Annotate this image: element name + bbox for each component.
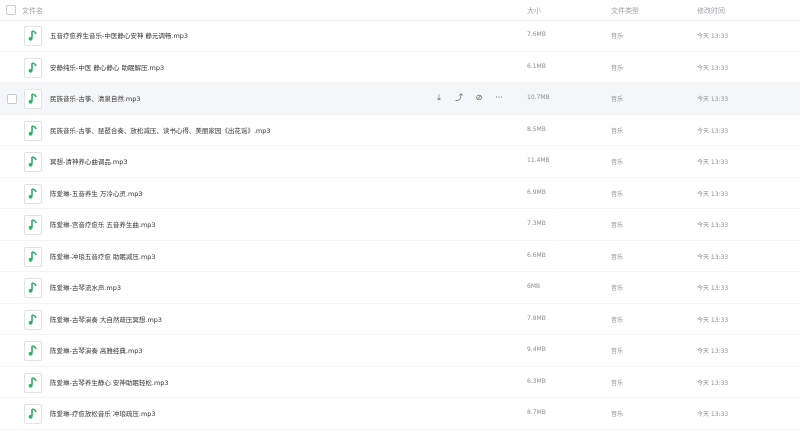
- file-row[interactable]: 陈爱琳-古琴养生静心 安神助眠轻松.mp3 6.3MB 音乐 今天 13:33: [0, 367, 800, 398]
- file-name[interactable]: 陈爱琳-五音养生 万冷心灵.mp3: [50, 188, 143, 198]
- name-column-header[interactable]: 文件名: [22, 6, 43, 16]
- file-size: 6.6MB: [527, 251, 546, 259]
- file-list: 文件名 大小 文件类型 修改时间 五音疗愈养生音乐-中医静心安神 静元调畅.mp…: [0, 0, 800, 430]
- file-type: 音乐: [611, 253, 624, 261]
- file-type: 音乐: [611, 127, 624, 135]
- file-modified-time: 今天 13:33: [697, 316, 729, 324]
- file-size: 7.8MB: [527, 314, 546, 322]
- file-modified-time: 今天 13:33: [697, 159, 729, 166]
- file-name[interactable]: 五音疗愈养生音乐-中医静心安神 静元调畅.mp3: [50, 30, 188, 40]
- file-row[interactable]: 五音疗愈养生音乐-中医静心安神 静元调畅.mp3 7.6MB 音乐 今天 13:33: [0, 20, 800, 52]
- file-type: 音乐: [611, 316, 624, 324]
- size-column-header[interactable]: 大小: [527, 6, 541, 16]
- file-type: 音乐: [611, 190, 624, 198]
- file-name[interactable]: 安静纯乐-中医 静心静心 助眠解压.mp3: [50, 62, 164, 72]
- music-file-icon: [24, 152, 42, 172]
- more-icon[interactable]: ···: [494, 93, 504, 103]
- file-size: 6MB: [527, 283, 541, 290]
- file-name[interactable]: 陈爱琳-古琴演奏 高雅经典.mp3: [50, 345, 143, 355]
- file-name[interactable]: 冥想-清神养心曲调品.mp3: [50, 156, 128, 166]
- file-name[interactable]: 陈爱琳-古琴演奏 大自然疏压冥想.mp3: [50, 314, 162, 324]
- file-name[interactable]: 陈爱琳-宫音疗愈乐 五音养生曲.mp3: [50, 219, 156, 229]
- music-file-icon: [24, 215, 42, 235]
- file-size: 10.7MB: [527, 94, 550, 101]
- file-modified-time: 今天 13:33: [697, 222, 729, 229]
- share-icon[interactable]: ⤴: [454, 93, 464, 103]
- file-modified-time: 今天 13:33: [697, 190, 729, 198]
- file-size: 11.4MB: [527, 157, 550, 164]
- file-type: 音乐: [611, 96, 624, 103]
- file-type: 音乐: [611, 222, 624, 229]
- file-type: 音乐: [611, 33, 624, 40]
- file-name[interactable]: 陈爱琳-冲琅五音疗愈 助眠减压.mp3: [50, 251, 156, 261]
- file-type: 音乐: [611, 379, 624, 387]
- music-file-icon: [24, 341, 42, 361]
- link-icon[interactable]: ⊘: [474, 93, 484, 103]
- music-file-icon: [24, 57, 42, 78]
- file-modified-time: 今天 13:33: [697, 285, 729, 292]
- file-row[interactable]: 民族音乐-古筝、琵琶合奏、放松减压、读书心得、美丽家园《出花谣》.mp3 8.5M…: [0, 115, 800, 146]
- music-file-icon: [24, 183, 42, 204]
- row-checkbox[interactable]: [7, 94, 17, 104]
- file-row[interactable]: 民族音乐-古筝、清泉自然.mp3 ⤓ ⤴ ⊘ ··· 10.7MB 音乐 今天 13:33: [0, 83, 800, 115]
- file-row[interactable]: 陈爱琳-冲琅五音疗愈 助眠减压.mp3 6.6MB 音乐 今天 13:33: [0, 241, 800, 272]
- file-row[interactable]: 陈爱琳-古琴流水声.mp3 6MB 音乐 今天 13:33: [0, 272, 800, 304]
- file-row[interactable]: 陈爱琳-宫音疗愈乐 五音养生曲.mp3 7.3MB 音乐 今天 13:33: [0, 209, 800, 241]
- select-all-checkbox[interactable]: [6, 5, 16, 15]
- file-modified-time: 今天 13:33: [697, 348, 729, 355]
- file-type: 音乐: [611, 64, 624, 72]
- file-type: 音乐: [611, 348, 624, 355]
- music-file-icon: [24, 120, 42, 141]
- file-size: 7.6MB: [527, 31, 546, 38]
- music-file-icon: [24, 26, 42, 46]
- file-modified-time: 今天 13:33: [697, 379, 729, 387]
- file-size: 6.9MB: [527, 188, 546, 196]
- file-name[interactable]: 民族音乐-古筝、琵琶合奏、放松减压、读书心得、美丽家园《出花谣》.mp3: [50, 125, 271, 135]
- time-column-header[interactable]: 修改时间: [697, 6, 725, 16]
- file-modified-time: 今天 13:33: [697, 253, 729, 261]
- music-file-icon: [24, 246, 42, 267]
- type-column-header[interactable]: 文件类型: [611, 6, 639, 16]
- file-modified-time: 今天 13:33: [697, 64, 729, 72]
- file-size: 8.7MB: [527, 409, 546, 416]
- file-modified-time: 今天 13:33: [697, 96, 729, 103]
- file-rows: 五音疗愈养生音乐-中医静心安神 静元调畅.mp3 7.6MB 音乐 今天 13:33 安…: [0, 20, 800, 430]
- file-row[interactable]: 陈爱琳-五音养生 万冷心灵.mp3 6.9MB 音乐 今天 13:33: [0, 178, 800, 209]
- file-row[interactable]: 安静纯乐-中医 静心静心 助眠解压.mp3 6.1MB 音乐 今天 13:33: [0, 52, 800, 83]
- music-file-icon: [24, 372, 42, 393]
- music-file-icon: [24, 309, 42, 330]
- download-icon[interactable]: ⤓: [434, 93, 444, 103]
- music-file-icon: [24, 404, 42, 424]
- file-name[interactable]: 陈爱琳-古琴流水声.mp3: [50, 282, 121, 292]
- music-file-icon: [24, 89, 42, 109]
- file-size: 6.3MB: [527, 377, 546, 385]
- file-size: 8.5MB: [527, 125, 546, 133]
- list-header: 文件名 大小 文件类型 修改时间: [0, 0, 800, 21]
- file-name[interactable]: 陈爱琳-疗愈放松音乐 冲琅疏压.mp3: [50, 408, 156, 418]
- file-name[interactable]: 民族音乐-古筝、清泉自然.mp3: [50, 93, 141, 103]
- file-row[interactable]: 冥想-清神养心曲调品.mp3 11.4MB 音乐 今天 13:33: [0, 146, 800, 178]
- file-size: 6.1MB: [527, 62, 546, 70]
- file-modified-time: 今天 13:33: [697, 127, 729, 135]
- file-size: 9.4MB: [527, 346, 546, 353]
- row-actions: ⤓ ⤴ ⊘ ···: [434, 92, 504, 104]
- file-type: 音乐: [611, 285, 624, 292]
- file-name[interactable]: 陈爱琳-古琴养生静心 安神助眠轻松.mp3: [50, 377, 169, 387]
- file-type: 音乐: [611, 159, 624, 166]
- file-modified-time: 今天 13:33: [697, 33, 729, 40]
- file-row[interactable]: 陈爱琳-古琴演奏 大自然疏压冥想.mp3 7.8MB 音乐 今天 13:33: [0, 304, 800, 335]
- file-row[interactable]: 陈爱琳-古琴演奏 高雅经典.mp3 9.4MB 音乐 今天 13:33: [0, 335, 800, 367]
- file-size: 7.3MB: [527, 220, 546, 227]
- music-file-icon: [24, 278, 42, 298]
